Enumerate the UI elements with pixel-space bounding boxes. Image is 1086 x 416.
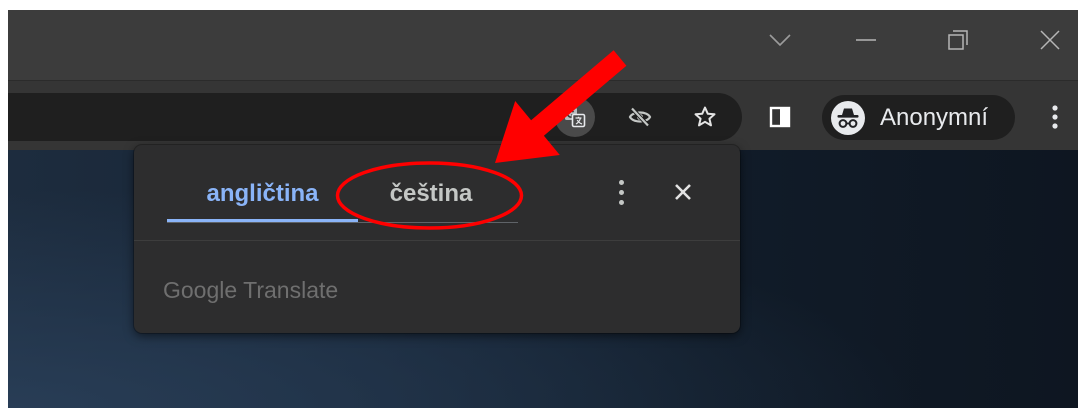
- chevron-down-icon: [769, 34, 791, 46]
- translate-button[interactable]: [555, 97, 595, 137]
- tab-search-button[interactable]: [750, 10, 810, 70]
- translate-bubble: angličtina čeština Google Translate: [134, 145, 740, 333]
- close-icon: [674, 183, 692, 201]
- address-bar[interactable]: [8, 93, 742, 141]
- translate-close-button[interactable]: [667, 176, 699, 208]
- translate-icon: [563, 105, 587, 129]
- minimize-icon: [855, 38, 877, 42]
- side-panel-button[interactable]: [760, 97, 800, 137]
- incognito-icon: [831, 100, 865, 135]
- title-bar: [8, 10, 1078, 80]
- more-vert-icon: [1050, 104, 1060, 130]
- eye-slash-icon: [628, 105, 652, 129]
- more-vert-icon: [618, 179, 624, 185]
- close-icon: [1040, 30, 1060, 50]
- bubble-divider: [134, 240, 740, 241]
- google-translate-brand: Google Translate: [163, 277, 339, 303]
- window-close-button[interactable]: [1004, 10, 1078, 70]
- language-tabs: angličtina čeština: [167, 165, 518, 223]
- more-vert-icon: [618, 189, 624, 195]
- restore-button[interactable]: [912, 10, 1004, 70]
- tab-target-language[interactable]: čeština: [358, 165, 518, 222]
- translate-options-button[interactable]: [606, 172, 636, 212]
- restore-icon: [948, 30, 968, 50]
- incognito-profile-button[interactable]: Anonymní: [822, 95, 1015, 140]
- profile-label: Anonymní: [880, 103, 989, 131]
- minimize-button[interactable]: [820, 10, 912, 70]
- more-vert-icon: [618, 199, 624, 205]
- browser-window: Anonymní angličtina čeština Google Trans…: [8, 10, 1078, 408]
- star-icon: [693, 105, 717, 129]
- tab-source-language[interactable]: angličtina: [167, 165, 358, 222]
- toolbar: Anonymní: [8, 80, 1078, 150]
- tracking-protection-button[interactable]: [620, 97, 660, 137]
- chrome-menu-button[interactable]: [1035, 97, 1075, 137]
- bookmark-button[interactable]: [685, 97, 725, 137]
- side-panel-icon: [769, 106, 791, 128]
